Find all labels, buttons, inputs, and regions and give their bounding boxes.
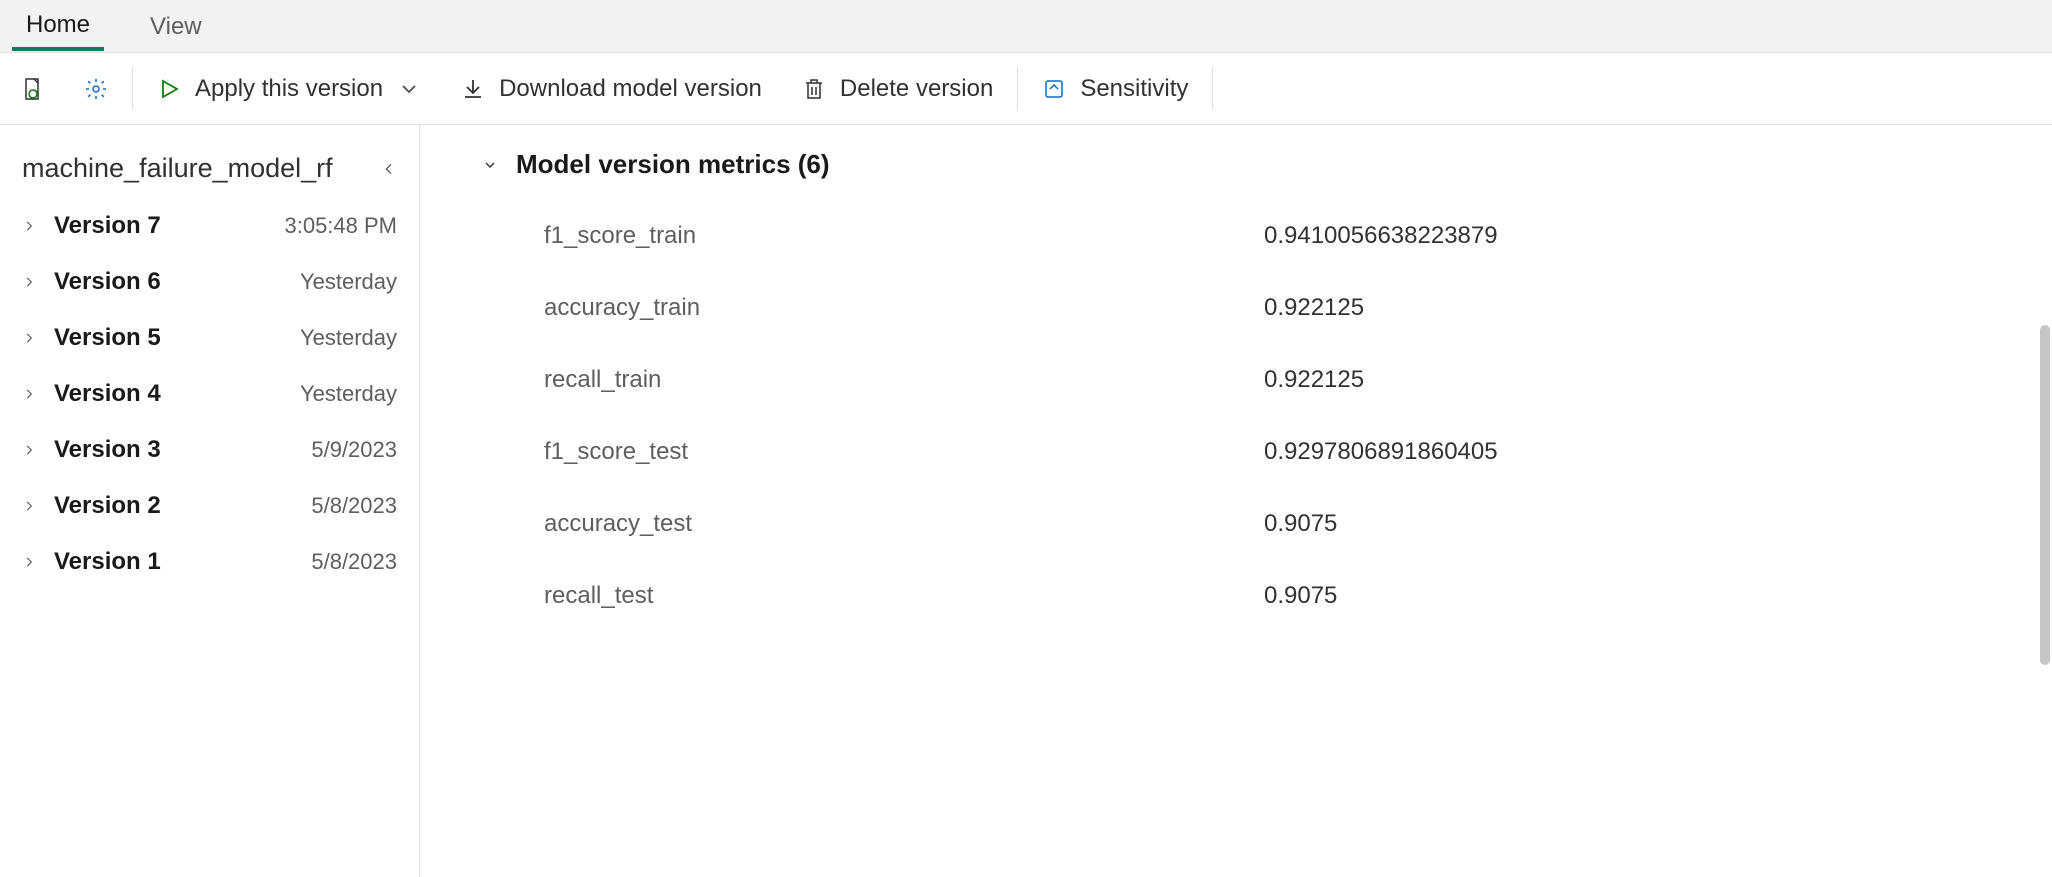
- metric-value: 0.9075: [1264, 582, 1337, 610]
- chevron-right-icon: [22, 275, 36, 289]
- refresh-button[interactable]: [0, 53, 64, 124]
- chevron-right-icon: [22, 387, 36, 401]
- tab-view[interactable]: View: [136, 3, 216, 49]
- apply-version-button[interactable]: Apply this version: [137, 53, 441, 124]
- play-icon: [157, 77, 181, 101]
- version-timestamp: Yesterday: [300, 325, 397, 351]
- chevron-down-icon: [482, 149, 498, 180]
- metric-row: recall_test0.9075: [544, 560, 1990, 632]
- metric-value: 0.9410056638223879: [1264, 222, 1498, 250]
- tab-bar: Home View: [0, 0, 2052, 53]
- chevron-right-icon: [22, 219, 36, 233]
- versions-sidebar: machine_failure_model_rf Version 73:05:4…: [0, 125, 420, 877]
- version-timestamp: 3:05:48 PM: [284, 213, 397, 239]
- chevron-right-icon: [22, 499, 36, 513]
- version-timestamp: Yesterday: [300, 381, 397, 407]
- metric-row: accuracy_test0.9075: [544, 488, 1990, 560]
- download-icon: [461, 77, 485, 101]
- metric-name: accuracy_train: [544, 294, 1264, 322]
- delete-version-label: Delete version: [840, 75, 993, 103]
- metric-name: f1_score_train: [544, 222, 1264, 250]
- version-item[interactable]: Version 73:05:48 PM: [0, 198, 419, 254]
- settings-button[interactable]: [64, 53, 128, 124]
- metric-value: 0.922125: [1264, 366, 1364, 394]
- refresh-page-icon: [20, 77, 44, 101]
- version-name: Version 4: [54, 380, 300, 408]
- version-timestamp: 5/9/2023: [311, 437, 397, 463]
- chevron-down-icon: [397, 77, 421, 101]
- metric-row: f1_score_train0.9410056638223879: [544, 200, 1990, 272]
- sensitivity-button[interactable]: Sensitivity: [1022, 53, 1208, 124]
- gear-icon: [84, 77, 108, 101]
- trash-icon: [802, 77, 826, 101]
- version-timestamp: 5/8/2023: [311, 549, 397, 575]
- chevron-right-icon: [22, 555, 36, 569]
- version-item[interactable]: Version 25/8/2023: [0, 478, 419, 534]
- version-name: Version 3: [54, 436, 311, 464]
- sensitivity-icon: [1042, 77, 1066, 101]
- model-name: machine_failure_model_rf: [22, 153, 333, 184]
- toolbar-separator: [132, 67, 133, 110]
- metrics-section-title: Model version metrics (6): [516, 149, 830, 180]
- version-timestamp: 5/8/2023: [311, 493, 397, 519]
- version-item[interactable]: Version 4Yesterday: [0, 366, 419, 422]
- metric-row: recall_train0.922125: [544, 344, 1990, 416]
- version-item[interactable]: Version 15/8/2023: [0, 534, 419, 590]
- apply-version-label: Apply this version: [195, 75, 383, 103]
- collapse-sidebar-button[interactable]: [381, 153, 397, 184]
- version-name: Version 6: [54, 268, 300, 296]
- sidebar-header: machine_failure_model_rf: [0, 143, 419, 198]
- metric-name: recall_test: [544, 582, 1264, 610]
- version-item[interactable]: Version 6Yesterday: [0, 254, 419, 310]
- metric-name: f1_score_test: [544, 438, 1264, 466]
- metrics-section-header[interactable]: Model version metrics (6): [482, 149, 1990, 180]
- toolbar-separator: [1017, 67, 1018, 110]
- version-name: Version 7: [54, 212, 284, 240]
- metric-name: recall_train: [544, 366, 1264, 394]
- version-name: Version 1: [54, 548, 311, 576]
- metric-row: accuracy_train0.922125: [544, 272, 1990, 344]
- version-item[interactable]: Version 35/9/2023: [0, 422, 419, 478]
- versions-list: Version 73:05:48 PMVersion 6YesterdayVer…: [0, 198, 419, 590]
- sensitivity-label: Sensitivity: [1080, 75, 1188, 103]
- metric-name: accuracy_test: [544, 510, 1264, 538]
- version-name: Version 2: [54, 492, 311, 520]
- version-timestamp: Yesterday: [300, 269, 397, 295]
- chevron-right-icon: [22, 443, 36, 457]
- metric-value: 0.9297806891860405: [1264, 438, 1498, 466]
- version-name: Version 5: [54, 324, 300, 352]
- toolbar-separator: [1212, 67, 1213, 110]
- toolbar: Apply this version Download model versio…: [0, 53, 2052, 125]
- main-area: machine_failure_model_rf Version 73:05:4…: [0, 125, 2052, 877]
- chevron-right-icon: [22, 331, 36, 345]
- tab-home[interactable]: Home: [12, 1, 104, 51]
- version-item[interactable]: Version 5Yesterday: [0, 310, 419, 366]
- download-version-button[interactable]: Download model version: [441, 53, 782, 124]
- download-version-label: Download model version: [499, 75, 762, 103]
- metric-row: f1_score_test0.9297806891860405: [544, 416, 1990, 488]
- metric-value: 0.9075: [1264, 510, 1337, 538]
- metric-value: 0.922125: [1264, 294, 1364, 322]
- detail-panel: Model version metrics (6) f1_score_train…: [420, 125, 2052, 877]
- metrics-list: f1_score_train0.9410056638223879accuracy…: [482, 200, 1990, 632]
- delete-version-button[interactable]: Delete version: [782, 53, 1013, 124]
- scrollbar-thumb[interactable]: [2040, 325, 2050, 665]
